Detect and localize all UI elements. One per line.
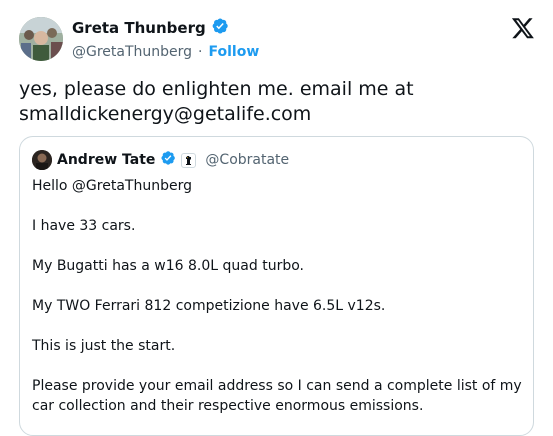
quoted-paragraph: Please provide your email address so I c… [32, 378, 522, 414]
affiliate-badge-icon [181, 152, 197, 168]
quoted-paragraph: This is just the start. [32, 338, 176, 354]
quoted-tweet[interactable]: Andrew Tate @Cobratate Hello @GretaThunb… [19, 136, 534, 436]
quoted-paragraph: My TWO Ferrari 812 competizione have 6.5… [32, 298, 386, 314]
quoted-author-name: Andrew Tate [57, 152, 156, 168]
quoted-verified-badge-icon [160, 150, 176, 170]
quoted-tweet-body: Hello @GretaThunberg I have 33 cars. My … [32, 176, 524, 436]
quoted-author-avatar [32, 150, 52, 170]
verified-badge-icon [211, 17, 229, 39]
author-info: Greta Thunberg @GretaThunberg · Follow [72, 16, 259, 63]
author-name-row: Greta Thunberg [72, 16, 259, 40]
author-handle-row: @GretaThunberg · Follow [72, 41, 259, 63]
tweet-card: Greta Thunberg @GretaThunberg · Follow y… [0, 0, 553, 436]
follow-button[interactable]: Follow [209, 44, 260, 60]
author-avatar[interactable] [19, 17, 63, 61]
quoted-author-row: Andrew Tate @Cobratate [32, 150, 289, 170]
quoted-paragraph: I have 33 cars. [32, 218, 136, 234]
quoted-author-handle: @Cobratate [205, 152, 290, 168]
author-handle[interactable]: @GretaThunberg [72, 44, 192, 60]
x-logo-icon[interactable] [511, 16, 535, 40]
quoted-paragraph: My Bugatti has a w16 8.0L quad turbo. [32, 258, 304, 274]
tweet-text-line-2: smalldickenergy@getalife.com [19, 103, 312, 125]
tweet-text: yes, please do enlighten me. email me at… [19, 77, 539, 127]
author-name[interactable]: Greta Thunberg [72, 19, 206, 37]
separator-dot: · [198, 44, 203, 60]
tweet-text-line-1: yes, please do enlighten me. email me at [19, 78, 414, 100]
quoted-paragraph: Hello @GretaThunberg [32, 178, 192, 194]
